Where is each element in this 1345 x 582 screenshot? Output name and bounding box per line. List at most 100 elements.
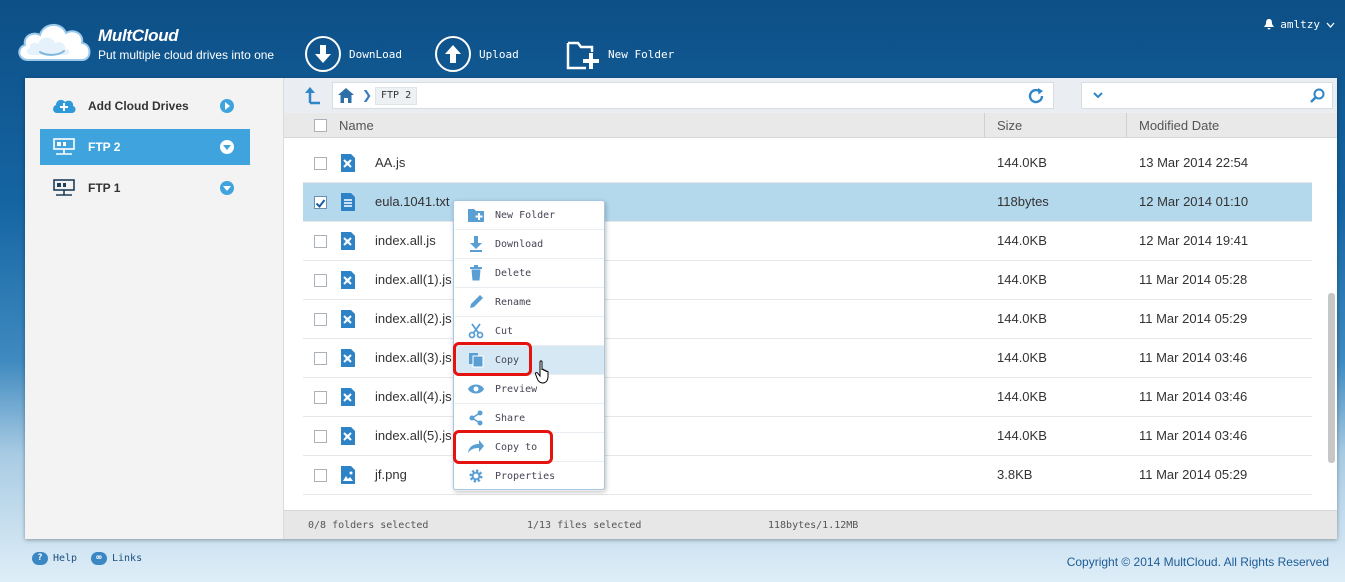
- chevron-down-icon[interactable]: [220, 181, 234, 195]
- file-row[interactable]: AA.js 144.0KB 13 Mar 2014 22:54: [303, 144, 1312, 183]
- menu-item-rename[interactable]: Rename: [455, 288, 604, 317]
- column-name[interactable]: Name: [339, 118, 374, 133]
- user-menu[interactable]: amltzy: [1264, 18, 1335, 31]
- row-checkbox[interactable]: [314, 469, 327, 482]
- file-name[interactable]: index.all(3).js: [375, 350, 452, 365]
- search-icon[interactable]: [1310, 88, 1325, 103]
- brand-name: MultCloud: [98, 26, 179, 45]
- upload-icon: [435, 36, 471, 72]
- home-icon[interactable]: [337, 87, 355, 104]
- file-name[interactable]: jf.png: [375, 467, 407, 482]
- link-icon: ∞: [91, 552, 107, 565]
- file-name[interactable]: eula.1041.txt: [375, 194, 449, 209]
- chevron-down-icon[interactable]: [1092, 89, 1104, 101]
- eye-icon: [467, 380, 485, 398]
- chevron-right-icon[interactable]: [220, 99, 234, 113]
- js-file-icon: [340, 427, 356, 445]
- new-folder-label: New Folder: [608, 47, 675, 61]
- bell-icon: [1264, 19, 1275, 30]
- trash-icon: [467, 264, 485, 282]
- sidebar-item-ftp-1[interactable]: FTP 1: [40, 170, 250, 206]
- hand-cursor-icon: [535, 360, 549, 384]
- row-checkbox[interactable]: [314, 235, 327, 248]
- up-level-icon[interactable]: [304, 85, 324, 105]
- menu-item-share[interactable]: Share: [455, 404, 604, 433]
- copyright: Copyright © 2014 MultCloud. All Rights R…: [1066, 555, 1329, 569]
- file-size: 144.0KB: [997, 350, 1047, 365]
- refresh-icon[interactable]: [1027, 87, 1045, 105]
- row-checkbox[interactable]: [314, 391, 327, 404]
- column-modified-date[interactable]: Modified Date: [1139, 118, 1219, 133]
- file-name[interactable]: index.all(5).js: [375, 428, 452, 443]
- row-checkbox[interactable]: [314, 313, 327, 326]
- username: amltzy: [1280, 18, 1320, 31]
- address-bar: ❯ FTP 2: [284, 78, 1337, 113]
- file-size: 144.0KB: [997, 428, 1047, 443]
- file-name[interactable]: AA.js: [375, 155, 405, 170]
- row-checkbox[interactable]: [314, 196, 327, 209]
- file-date: 11 Mar 2014 03:46: [1139, 389, 1248, 404]
- file-row-partial[interactable]: [303, 495, 1312, 507]
- file-name[interactable]: index.all(2).js: [375, 311, 452, 326]
- row-checkbox[interactable]: [314, 274, 327, 287]
- column-size[interactable]: Size: [997, 118, 1022, 133]
- menu-item-properties[interactable]: Properties: [455, 462, 604, 491]
- status-files: 1/13 files selected: [527, 520, 642, 531]
- js-file-icon: [340, 388, 356, 406]
- menu-item-label: Share: [495, 412, 526, 424]
- status-size: 118bytes/1.12MB: [768, 520, 859, 531]
- search-box[interactable]: [1081, 82, 1333, 109]
- new-folder-button[interactable]: New Folder: [566, 36, 674, 72]
- path-box[interactable]: ❯ FTP 2: [332, 82, 1054, 109]
- file-size: 3.8KB: [997, 467, 1033, 482]
- scrollbar-thumb[interactable]: [1328, 293, 1335, 463]
- sidebar-item-ftp-2[interactable]: FTP 2: [40, 129, 250, 165]
- download-label: DownLoad: [349, 47, 402, 61]
- upload-button[interactable]: Upload: [435, 36, 519, 72]
- row-checkbox[interactable]: [314, 352, 327, 365]
- chevron-down-icon: [1326, 22, 1335, 28]
- share-icon: [467, 409, 485, 427]
- file-name[interactable]: index.all(4).js: [375, 389, 452, 404]
- header: MultCloud Put multiple cloud drives into…: [0, 0, 1345, 78]
- sidebar-item-add-cloud-drives[interactable]: Add Cloud Drives: [40, 88, 250, 124]
- js-file-icon: [340, 349, 356, 367]
- chevron-down-icon[interactable]: [220, 140, 234, 154]
- row-checkbox[interactable]: [314, 157, 327, 170]
- file-date: 12 Mar 2014 01:10: [1139, 194, 1249, 209]
- upload-label: Upload: [479, 47, 519, 61]
- file-name[interactable]: index.all(1).js: [375, 272, 452, 287]
- js-file-icon: [340, 271, 356, 289]
- menu-item-label: Rename: [495, 296, 532, 308]
- menu-item-new-folder[interactable]: New Folder: [455, 201, 604, 230]
- file-date: 11 Mar 2014 05:29: [1139, 311, 1248, 326]
- help-link[interactable]: ? Help: [32, 552, 77, 565]
- multcloud-logo-icon: [18, 24, 91, 61]
- help-icon: ?: [32, 552, 48, 565]
- file-size: 144.0KB: [997, 389, 1047, 404]
- select-all-checkbox[interactable]: [314, 119, 327, 132]
- menu-item-delete[interactable]: Delete: [455, 259, 604, 288]
- help-label: Help: [53, 553, 78, 564]
- file-date: 11 Mar 2014 03:46: [1139, 428, 1248, 443]
- links-link[interactable]: ∞ Links: [91, 552, 142, 565]
- plus-cloud-icon: [52, 96, 76, 116]
- download-button[interactable]: DownLoad: [305, 36, 402, 72]
- download-icon: [305, 36, 341, 72]
- ftp-server-icon: [52, 137, 76, 157]
- js-file-icon: [340, 154, 356, 172]
- file-name[interactable]: index.all.js: [375, 233, 436, 248]
- sidebar: Add Cloud Drives FTP 2 FTP 1: [25, 78, 284, 539]
- breadcrumb-current[interactable]: FTP 2: [375, 87, 418, 105]
- status-bar: 0/8 folders selected 1/13 files selected…: [284, 510, 1337, 539]
- brand-tagline: Put multiple cloud drives into one: [98, 48, 275, 62]
- row-checkbox[interactable]: [314, 430, 327, 443]
- menu-item-download[interactable]: Download: [455, 230, 604, 259]
- menu-item-label: New Folder: [495, 209, 556, 221]
- file-size: 118bytes: [997, 194, 1049, 209]
- highlight-copy: [453, 342, 532, 376]
- scissors-icon: [467, 322, 485, 340]
- column-divider: [1126, 113, 1127, 138]
- js-file-icon: [340, 310, 356, 328]
- menu-item-preview[interactable]: Preview: [455, 375, 604, 404]
